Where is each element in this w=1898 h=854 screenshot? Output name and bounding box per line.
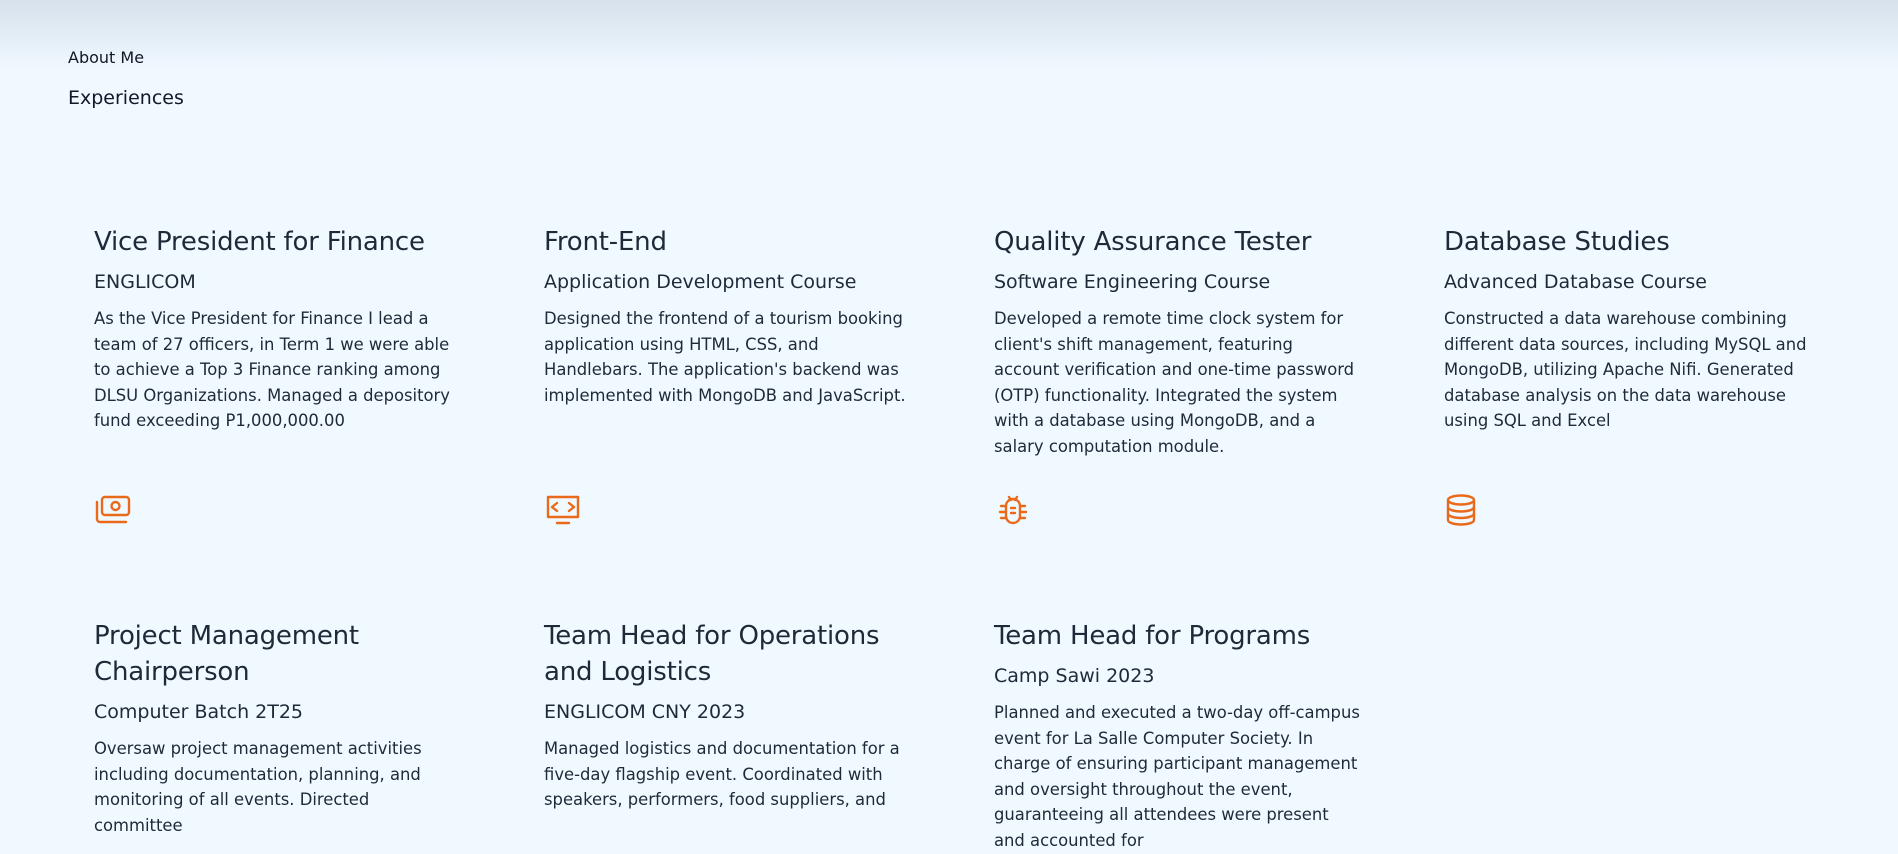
experience-description: As the Vice President for Finance I lead… bbox=[94, 309, 450, 431]
nav-experiences-link[interactable]: Experiences bbox=[68, 88, 184, 108]
experience-org: Computer Batch 2T25 bbox=[94, 701, 304, 723]
experience-description: Planned and executed a two-day off-campu… bbox=[994, 703, 1360, 850]
experience-card: Vice President for Finance ENGLICOM As t… bbox=[94, 224, 462, 618]
experience-title: Team Head for Operations and Logistics bbox=[544, 621, 880, 687]
experience-description: Oversaw project management activities in… bbox=[94, 739, 422, 835]
experience-card: Front-End Application Development Course… bbox=[544, 224, 912, 618]
experience-card: Team Head for Operations and Logistics E… bbox=[544, 618, 912, 854]
experience-description: Designed the frontend of a tourism booki… bbox=[544, 309, 906, 405]
nav-menu: About Me Experiences bbox=[68, 48, 184, 108]
experience-description: Developed a remote time clock system for… bbox=[994, 309, 1355, 456]
experience-org: Software Engineering Course bbox=[994, 271, 1271, 293]
experience-org: Advanced Database Course bbox=[1444, 271, 1707, 293]
experience-org: Application Development Course bbox=[544, 271, 857, 293]
experience-title: Quality Assurance Tester bbox=[994, 227, 1312, 257]
experience-card: Quality Assurance Tester Software Engine… bbox=[994, 224, 1362, 618]
header-shadow bbox=[0, 0, 1898, 70]
experience-org: ENGLICOM bbox=[94, 271, 196, 293]
experience-title: Front-End bbox=[544, 227, 667, 257]
experience-title: Project Management Chairperson bbox=[94, 621, 359, 687]
code-monitor-icon bbox=[544, 493, 582, 527]
bug-icon bbox=[994, 493, 1032, 527]
nav-about-me-link[interactable]: About Me bbox=[68, 48, 184, 68]
database-icon bbox=[1444, 493, 1482, 527]
experiences-grid: Vice President for Finance ENGLICOM As t… bbox=[94, 224, 1812, 854]
experience-description: Constructed a data warehouse combining d… bbox=[1444, 309, 1807, 431]
experience-description: Managed logistics and documentation for … bbox=[544, 739, 900, 810]
experience-title: Vice President for Finance bbox=[94, 227, 425, 257]
experience-card: Project Management Chairperson Computer … bbox=[94, 618, 462, 854]
experience-card: Team Head for Programs Camp Sawi 2023 Pl… bbox=[994, 618, 1362, 854]
experience-org: Camp Sawi 2023 bbox=[994, 665, 1155, 687]
experience-card: Database Studies Advanced Database Cours… bbox=[1444, 224, 1812, 618]
experience-org: ENGLICOM CNY 2023 bbox=[544, 701, 746, 723]
money-icon bbox=[94, 493, 132, 527]
experience-title: Database Studies bbox=[1444, 227, 1670, 257]
experience-title: Team Head for Programs bbox=[994, 621, 1311, 651]
